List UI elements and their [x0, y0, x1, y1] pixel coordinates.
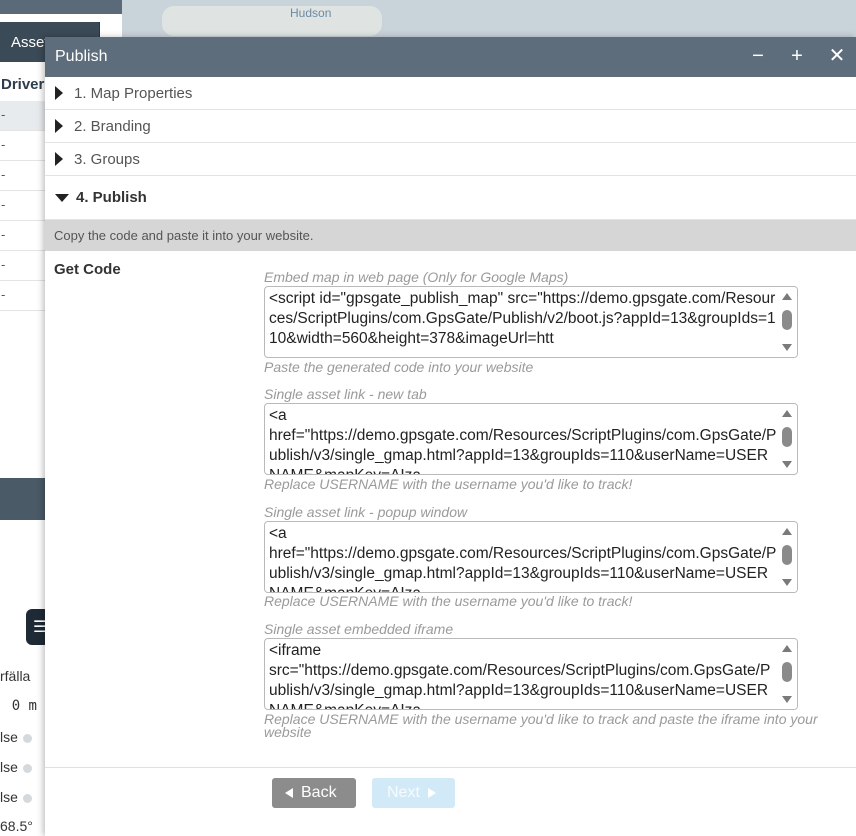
row-value: - [1, 257, 6, 272]
scroll-thumb[interactable] [782, 427, 792, 447]
back-button[interactable]: Back [272, 778, 356, 808]
side-text: lse [0, 729, 45, 745]
row-value: - [1, 197, 6, 212]
scroll-down-icon[interactable] [782, 579, 792, 586]
status-dot-icon [22, 733, 32, 743]
scrollbar[interactable] [777, 639, 797, 709]
caret-down-icon [55, 193, 69, 202]
scrollbar[interactable] [777, 404, 797, 474]
dialog-title: Publish [55, 48, 108, 65]
side-text: 0 m [11, 698, 37, 714]
side-text: lse [0, 759, 45, 775]
publish-content: Get Code Embed map in web page (Only for… [45, 251, 856, 795]
instruction-bar: Copy the code and paste it into your web… [45, 220, 856, 251]
iframe-code[interactable]: <iframe src="https://demo.gpsgate.com/Re… [264, 638, 798, 710]
section-label: 1. Map Properties [74, 84, 193, 102]
iframe-hint: Replace USERNAME with the username you'd… [264, 711, 818, 740]
row-value: - [1, 287, 6, 302]
code-text: <iframe src="https://demo.gpsgate.com/Re… [269, 642, 771, 709]
panel-divider [0, 478, 45, 520]
new-tab-link-label: Single asset link - new tab [264, 386, 427, 402]
table-row[interactable]: - [0, 161, 45, 191]
driver-column-header[interactable]: Driver [0, 76, 45, 100]
row-value: - [1, 137, 6, 152]
dialog-titlebar[interactable]: Publish − + ✕ [45, 37, 856, 77]
scrollbar[interactable] [777, 287, 797, 357]
scroll-thumb[interactable] [782, 662, 792, 682]
scroll-down-icon[interactable] [782, 344, 792, 351]
caret-right-icon [55, 152, 63, 166]
scroll-thumb[interactable] [782, 545, 792, 565]
map-land [162, 6, 382, 36]
new-tab-link-code[interactable]: <a href="https://demo.gpsgate.com/Resour… [264, 403, 798, 475]
get-code-label: Get Code [54, 261, 121, 278]
table-row[interactable]: - [0, 251, 45, 281]
section-map-properties[interactable]: 1. Map Properties [45, 77, 856, 110]
row-value: - [1, 227, 6, 242]
iframe-label: Single asset embedded iframe [264, 621, 454, 637]
scroll-thumb[interactable] [782, 310, 792, 330]
popup-link-hint: Replace USERNAME with the username you'd… [264, 593, 633, 609]
table-row[interactable]: - [0, 101, 45, 131]
section-label: 2. Branding [74, 117, 151, 135]
popup-link-code[interactable]: <a href="https://demo.gpsgate.com/Resour… [264, 521, 798, 593]
table-row[interactable]: - [0, 131, 45, 161]
scroll-up-icon[interactable] [782, 410, 792, 417]
table-row[interactable]: - [0, 191, 45, 221]
next-button-label: Next [387, 784, 420, 801]
arrow-left-icon [285, 788, 293, 798]
code-text: <script id="gpsgate_publish_map" src="ht… [269, 290, 776, 347]
scroll-up-icon[interactable] [782, 645, 792, 652]
minimize-button[interactable]: − [745, 43, 771, 69]
embed-map-code[interactable]: <script id="gpsgate_publish_map" src="ht… [264, 286, 798, 358]
section-label: 4. Publish [76, 189, 147, 206]
new-tab-link-hint: Replace USERNAME with the username you'd… [264, 476, 633, 492]
table-row[interactable]: - [0, 221, 45, 251]
row-value: - [1, 167, 6, 182]
scroll-down-icon[interactable] [782, 696, 792, 703]
scrollbar[interactable] [777, 522, 797, 592]
section-branding[interactable]: 2. Branding [45, 110, 856, 143]
next-button[interactable]: Next [372, 778, 455, 808]
side-text: lse [0, 789, 45, 805]
embed-map-label: Embed map in web page (Only for Google M… [264, 269, 569, 285]
back-button-label: Back [301, 784, 337, 801]
section-groups[interactable]: 3. Groups [45, 143, 856, 176]
side-text: rfälla [0, 668, 31, 684]
publish-dialog: Publish − + ✕ 1. Map Properties 2. Brand… [45, 37, 856, 836]
dialog-footer: Back Next [45, 767, 856, 836]
maximize-button[interactable]: + [784, 43, 810, 69]
status-dot-icon [22, 793, 32, 803]
section-label: 3. Groups [74, 150, 140, 168]
caret-right-icon [55, 86, 63, 100]
popup-link-label: Single asset link - popup window [264, 504, 468, 520]
scroll-down-icon[interactable] [782, 461, 792, 468]
scroll-up-icon[interactable] [782, 293, 792, 300]
table-row[interactable]: - [0, 281, 45, 311]
row-value: - [1, 107, 6, 122]
code-text: <a href="https://demo.gpsgate.com/Resour… [269, 525, 777, 592]
map-place-label: Hudson [290, 6, 332, 20]
status-dot-icon [22, 763, 32, 773]
arrow-right-icon [427, 788, 436, 798]
embed-map-hint: Paste the generated code into your websi… [264, 359, 534, 375]
scroll-up-icon[interactable] [782, 528, 792, 535]
section-publish[interactable]: 4. Publish [45, 176, 856, 220]
side-text: 68.5° [0, 818, 33, 834]
caret-right-icon [55, 119, 63, 133]
close-button[interactable]: ✕ [824, 43, 850, 69]
code-text: <a href="https://demo.gpsgate.com/Resour… [269, 407, 777, 474]
